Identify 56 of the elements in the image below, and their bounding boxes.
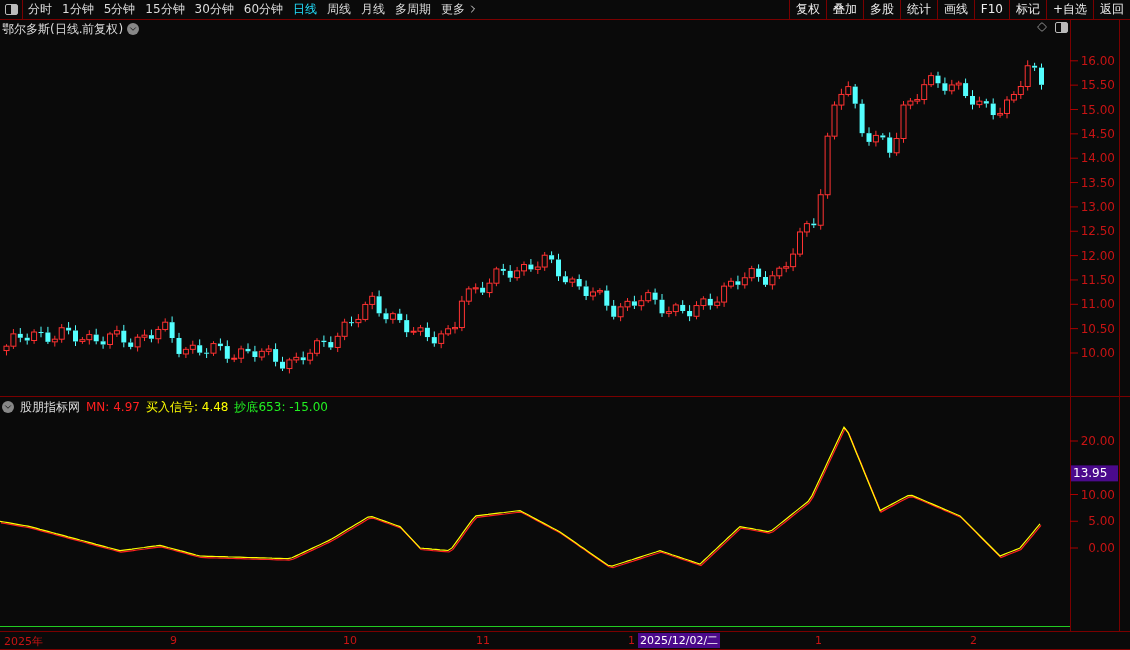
toolbar-button[interactable]: 统计 [899,0,937,19]
period-tab[interactable]: 日线 [288,0,323,19]
date-label: 2 [970,633,977,647]
price-tick-label: 13.00 [1080,199,1115,214]
indicator-tick-label: 5.00 [1088,514,1115,529]
chart-title: 鄂尔多斯(日线.前复权) [2,20,124,38]
period-tab[interactable]: 周线 [322,0,357,19]
price-tick-label: 13.50 [1080,175,1115,190]
panel-toggle-icon [4,3,18,15]
price-tick-label: 12.00 [1080,248,1115,263]
price-tick-label: 11.00 [1080,297,1115,312]
period-tab[interactable]: 分时 [23,0,57,19]
date-label: 1 [815,633,822,647]
price-tick-label: 10.00 [1080,345,1115,360]
period-tab[interactable]: 1分钟 [57,0,99,19]
cursor-date: 2025/12/02/二 [638,632,721,648]
date-label: 11 [476,633,490,647]
price-tick-label: 16.00 [1080,53,1115,68]
toolbar-button[interactable]: 复权 [788,0,826,19]
period-tab[interactable]: 月线 [356,0,391,19]
toolbar-button[interactable]: 返回 [1093,0,1130,19]
date-label: 10 [343,633,357,647]
date-label: 2025年 [4,633,43,649]
price-tick-label: 12.50 [1080,224,1115,239]
price-tick-label: 15.00 [1080,102,1115,117]
toolbar-button[interactable]: 画线 [936,0,974,19]
period-tab[interactable]: 15分钟 [140,0,190,19]
period-tab[interactable]: 多周期 [390,0,437,19]
toolbar-button[interactable]: +自选 [1045,0,1093,19]
diamond-icon[interactable] [1037,22,1047,33]
toolbar-button[interactable]: 标记 [1008,0,1046,19]
price-tick-label: 14.00 [1080,151,1115,166]
more-button[interactable]: 更多 [436,0,485,19]
price-tick-label: 15.50 [1080,78,1115,93]
indicator-name: 股朋指标网 [20,398,80,416]
date-label: 9 [170,633,177,647]
toolbar-button[interactable]: 多股 [862,0,900,19]
indicator-value: 抄底653: -15.00 [234,398,328,416]
dropdown-button[interactable] [127,23,140,36]
toolbar-button[interactable]: F10 [973,0,1009,19]
cursor-value-label: 13.95 [1071,465,1118,482]
period-tab[interactable]: 60分钟 [238,0,289,19]
price-tick-label: 10.50 [1080,321,1115,336]
period-tab[interactable]: 30分钟 [189,0,239,19]
toolbar-button[interactable]: 叠加 [825,0,863,19]
price-tick-label: 14.50 [1080,126,1115,141]
price-tick-label: 11.50 [1080,272,1115,287]
indicator-tick-label: 10.00 [1080,487,1115,502]
period-tab[interactable]: 5分钟 [98,0,141,19]
indicator-value: 买入信号: 4.48 [145,398,229,416]
indicator-tick-label: 20.00 [1080,433,1115,448]
panel-toggle-icon[interactable] [1055,21,1068,33]
date-label: 1 [628,633,635,647]
dropdown-button[interactable] [2,401,14,414]
indicator-tick-label: 0.00 [1088,540,1115,555]
indicator-value: MN: 4.97 [86,400,140,415]
